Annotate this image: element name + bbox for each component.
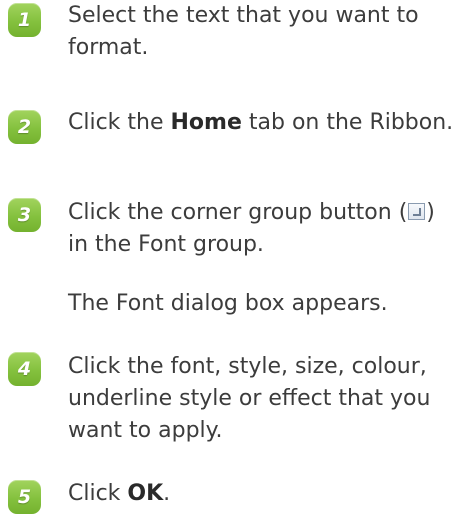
step-number-badge: 5 xyxy=(8,480,41,514)
step-text: Click the Home tab on the Ribbon. xyxy=(68,107,460,139)
step-text: Click the font, style, size, colour, und… xyxy=(68,351,460,447)
home-tab-label: Home xyxy=(170,110,242,135)
step-text: Click OK. xyxy=(68,478,460,510)
instruction-steps: 1 Select the text that you want to forma… xyxy=(0,0,465,517)
step-number: 1 xyxy=(17,9,32,31)
step-number-badge: 1 xyxy=(8,3,41,37)
step-text-content: Click the font, style, size, colour, und… xyxy=(68,354,431,443)
dialog-launcher-icon xyxy=(408,203,426,220)
step-number: 2 xyxy=(17,116,32,138)
step-number-badge: 3 xyxy=(8,198,41,232)
step-text: Click the corner group button () in the … xyxy=(68,197,460,261)
step-number: 3 xyxy=(17,204,32,226)
step-text: Select the text that you want to format. xyxy=(68,0,460,64)
step-text-content: Select the text that you want to format. xyxy=(68,3,419,60)
step-number: 5 xyxy=(17,486,32,508)
ok-button-label: OK xyxy=(127,481,164,506)
step-number-badge: 4 xyxy=(8,352,41,386)
step-text-before: Click the xyxy=(68,110,171,135)
step-text-before: Click xyxy=(68,481,128,506)
step-number-badge: 2 xyxy=(8,110,41,144)
step-number: 4 xyxy=(17,358,32,380)
step-text-before: Click the corner group button ( xyxy=(68,200,408,225)
note-text: The Font dialog box appears. xyxy=(68,291,388,316)
dialog-appears-note: The Font dialog box appears. xyxy=(68,288,460,320)
step-text-after: . xyxy=(163,481,171,506)
step-text-after: tab on the Ribbon. xyxy=(241,110,454,135)
